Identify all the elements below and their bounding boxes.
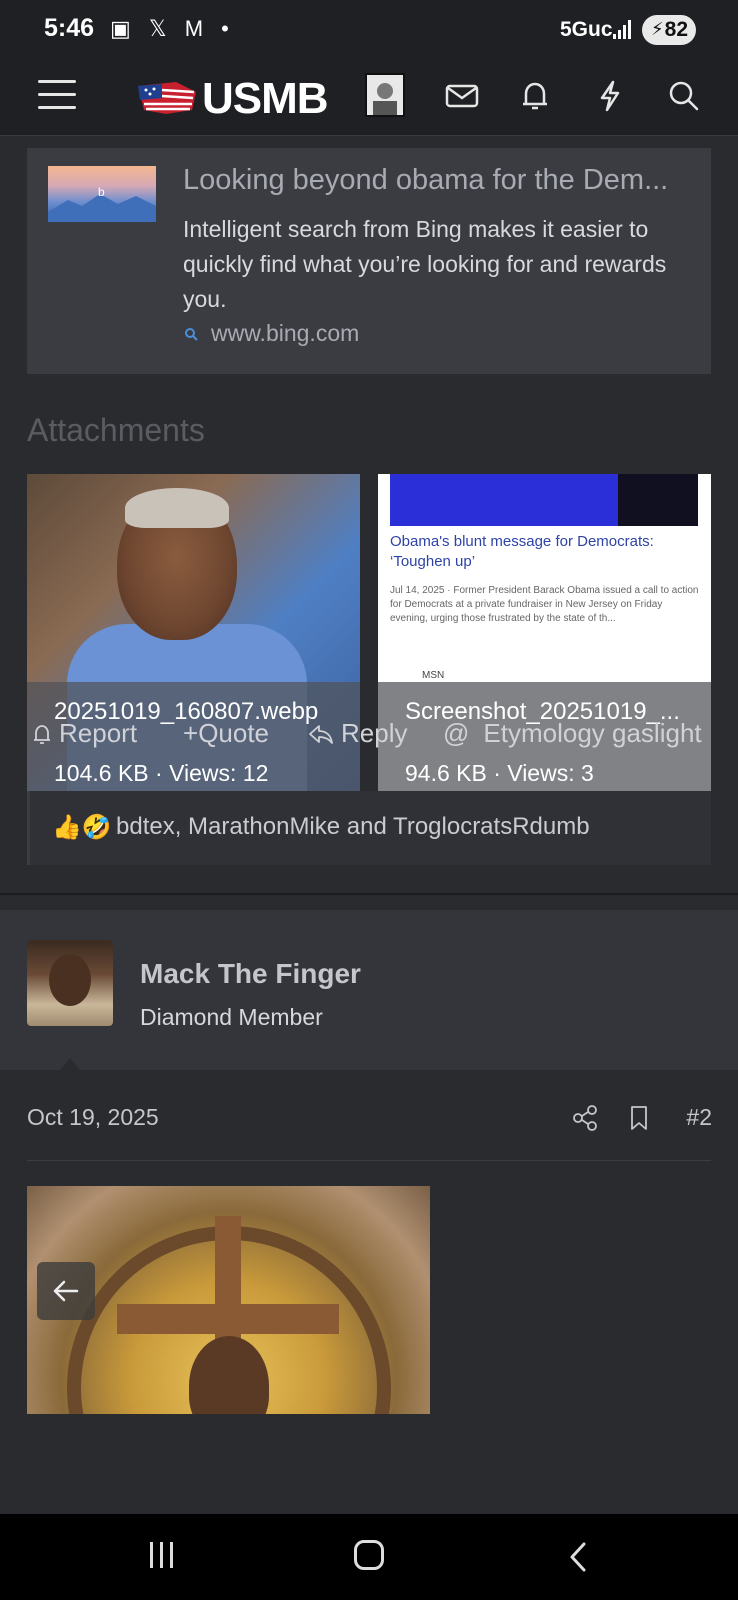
lightning-icon[interactable] — [592, 78, 628, 114]
search-icon — [185, 328, 198, 341]
back-icon[interactable] — [566, 1540, 590, 1574]
ad-body: Intelligent search from Bing makes it ea… — [183, 216, 667, 312]
attachment-meta: 104.6 KB · Views: 12 — [54, 760, 269, 786]
battery-level: 82 — [664, 18, 688, 41]
avatar-face — [49, 954, 91, 1006]
flag-icon — [138, 82, 196, 114]
post-date[interactable]: Oct 19, 2025 — [27, 1104, 159, 1131]
notification-icons: ▣ 𝕏 M • — [110, 16, 235, 41]
reply-label: Reply — [341, 718, 408, 748]
status-bar: 5:46 ▣ 𝕏 M • 5Guc ⚡ 82 — [0, 0, 738, 60]
bell-icon — [34, 725, 50, 744]
status-time: 5:46 — [44, 14, 95, 42]
image-prev-button[interactable] — [37, 1262, 95, 1320]
post-user-block: Mack The Finger Diamond Member — [0, 910, 738, 1080]
menu-icon[interactable] — [38, 80, 76, 110]
user-title: Diamond Member — [140, 1004, 323, 1030]
arrow-left-icon — [53, 1280, 79, 1302]
plus-icon: + — [183, 718, 199, 748]
post-image[interactable] — [27, 1186, 430, 1414]
ad-url[interactable]: www.bing.com — [211, 320, 359, 347]
post-actions: Report +Quote Reply @ Etymology gaslight — [27, 718, 717, 758]
post-divider — [0, 893, 738, 895]
mention-button[interactable]: @ Etymology gaslight — [443, 718, 702, 749]
network-indicator: 5Guc — [560, 18, 613, 41]
reaction-emojis: 👍🤣 — [52, 814, 112, 841]
screenshot-source: MSN — [422, 670, 445, 681]
svg-text:b: b — [98, 185, 105, 199]
user-caret — [52, 1058, 88, 1080]
mention-label: Etymology gaslight — [483, 718, 702, 748]
reactions-bar[interactable]: 👍🤣 bdtex, MarathonMike and TroglocratsRd… — [27, 791, 711, 865]
user-avatar[interactable] — [365, 73, 405, 117]
battery-indicator: ⚡ 82 — [642, 15, 696, 45]
username[interactable]: Mack The Finger — [140, 958, 361, 990]
signal-icon — [613, 20, 631, 39]
reply-icon — [309, 725, 333, 744]
attachments-heading: Attachments — [27, 412, 205, 448]
logo-text: USMB — [202, 74, 329, 123]
report-button[interactable]: Report — [31, 718, 137, 749]
avatar[interactable] — [27, 940, 113, 1026]
ad-image: b — [48, 166, 156, 222]
post-number[interactable]: #2 — [686, 1104, 712, 1131]
reaction-users[interactable]: bdtex, MarathonMike and TroglocratsRdumb — [116, 813, 590, 841]
image-cross-bar — [117, 1304, 339, 1334]
home-icon[interactable] — [354, 1540, 384, 1570]
recent-apps-icon[interactable] — [150, 1542, 180, 1570]
mail-icon[interactable] — [444, 78, 480, 114]
post-tools: #2 — [572, 1100, 712, 1136]
photo-hair — [125, 488, 229, 528]
sponsored-ad[interactable]: b Looking beyond obama for the Dem... In… — [27, 148, 711, 374]
charging-icon: ⚡ — [651, 19, 664, 39]
screenshot-banner-dark — [618, 474, 698, 526]
quote-button[interactable]: +Quote — [183, 718, 269, 749]
post-rule — [27, 1160, 711, 1161]
screenshot-headline: Obama's blunt message for Democrats: ‘To… — [390, 533, 654, 570]
attachment-meta: 94.6 KB · Views: 3 — [405, 760, 594, 786]
share-icon[interactable] — [572, 1104, 598, 1132]
app-header: USMB — [0, 60, 738, 136]
bookmark-icon[interactable] — [628, 1104, 650, 1132]
report-label: Report — [59, 718, 138, 748]
bell-icon[interactable] — [517, 78, 553, 114]
reply-button[interactable]: Reply — [307, 718, 407, 749]
system-nav-bar — [0, 1514, 738, 1600]
quote-label: Quote — [198, 718, 270, 748]
ad-title[interactable]: Looking beyond obama for the Dem... — [183, 164, 693, 197]
screenshot-text: Jul 14, 2025 · Former President Barack O… — [390, 585, 699, 624]
at-icon: @ — [443, 718, 470, 748]
search-icon[interactable] — [666, 78, 702, 114]
